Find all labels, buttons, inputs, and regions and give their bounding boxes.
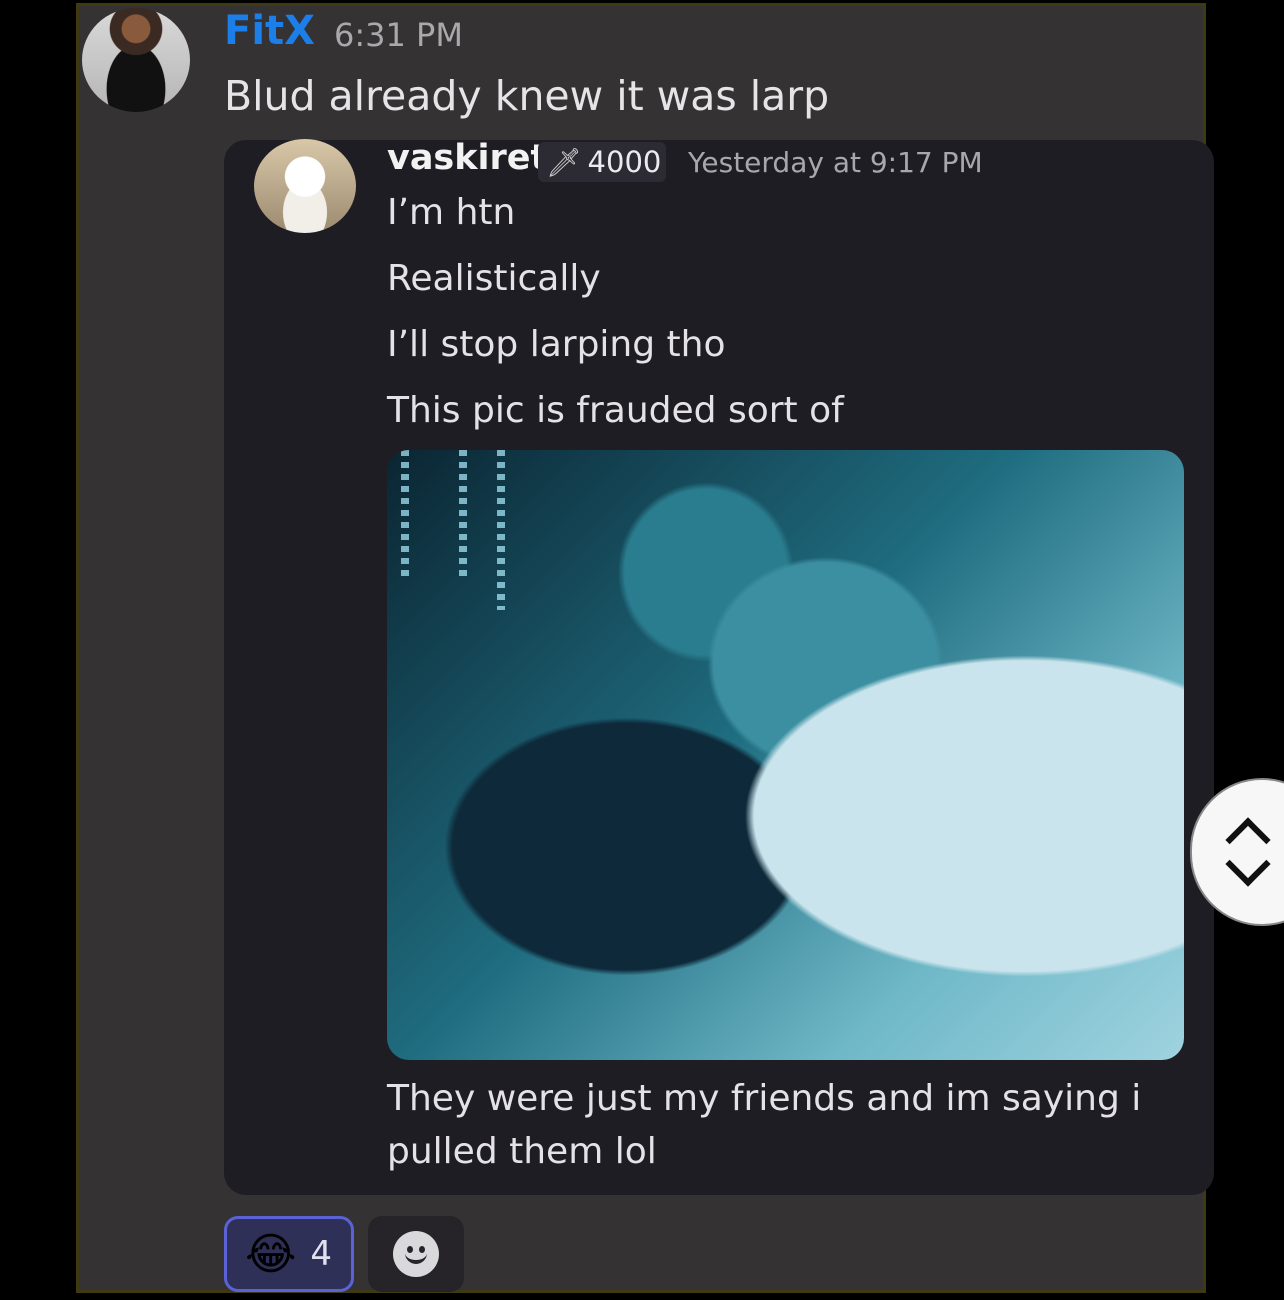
message-text: Blud already knew it was larp: [224, 72, 830, 120]
attached-photo[interactable]: [387, 450, 1184, 1060]
sword-icon: 🗡: [546, 145, 582, 179]
forwarded-line-4: This pic is frauded sort of: [387, 390, 844, 431]
reaction-count: 4: [310, 1234, 333, 1274]
chevron-down-icon[interactable]: [1225, 841, 1271, 887]
caption-line-2: pulled them lol: [387, 1131, 657, 1172]
user-badge[interactable]: 🗡 4000: [538, 142, 666, 182]
forwarded-line-1: I’m htn: [387, 192, 516, 233]
add-reaction-button[interactable]: [368, 1216, 464, 1292]
message-timestamp: 6:31 PM: [334, 16, 463, 54]
caption-line-1: They were just my friends and im saying …: [387, 1078, 1142, 1119]
forwarded-author[interactable]: vaskiret: [387, 138, 547, 178]
laugh-reaction-button[interactable]: 😂 4: [224, 1216, 354, 1292]
forwarded-line-3: I’ll stop larping tho: [387, 324, 726, 365]
fitx-avatar[interactable]: [82, 8, 190, 112]
laughing-emoji-icon: 😂: [245, 1228, 297, 1280]
vaskiret-avatar[interactable]: [254, 139, 356, 233]
message-author[interactable]: FitX: [224, 8, 315, 54]
forwarded-line-2: Realistically: [387, 258, 601, 299]
forwarded-timestamp: Yesterday at 9:17 PM: [688, 146, 983, 179]
smiley-icon: [393, 1231, 439, 1277]
badge-value: 4000: [587, 145, 662, 179]
